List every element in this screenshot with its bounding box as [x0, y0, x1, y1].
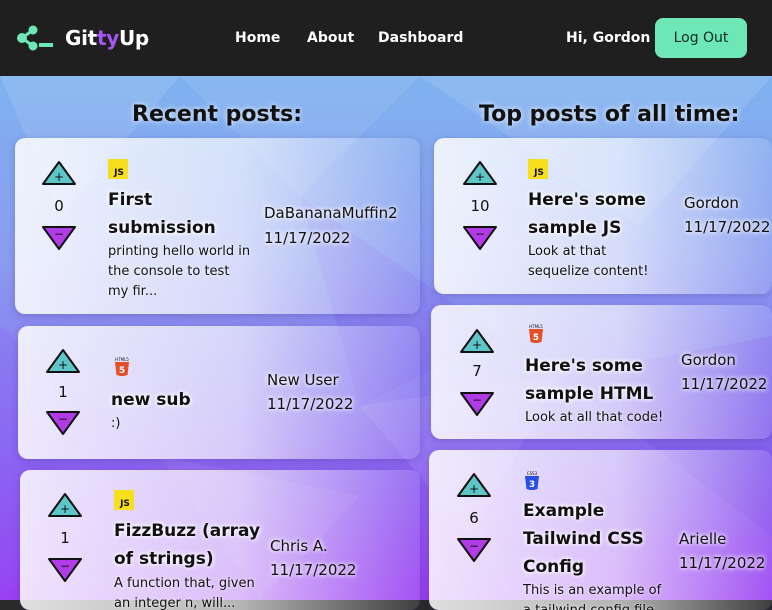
- user-greeting: Hi, Gordon: [566, 30, 651, 46]
- javascript-icon-label: JS: [113, 168, 124, 178]
- vote-count: 1: [58, 383, 68, 401]
- vote-count: 7: [472, 362, 482, 380]
- downvote-icon[interactable]: −: [456, 537, 492, 563]
- html5-icon-label: HTML5: [115, 357, 129, 362]
- top-nav: GittyUp Home About Dashboard Hi, Gordon …: [0, 0, 772, 76]
- nav-link-home[interactable]: Home: [235, 30, 280, 46]
- downvote-icon[interactable]: −: [462, 225, 498, 251]
- svg-text:−: −: [475, 227, 485, 241]
- upvote-icon[interactable]: +: [41, 160, 77, 186]
- post-date: 11/17/2022: [264, 229, 351, 247]
- svg-text:−: −: [54, 227, 64, 241]
- post-card[interactable]: + 6 − CSS3 3 Example Tailwind CSS Config …: [429, 450, 772, 610]
- javascript-icon: JS: [528, 159, 548, 179]
- nav-link-dashboard[interactable]: Dashboard: [378, 30, 463, 46]
- post-author: Chris A.: [270, 537, 328, 555]
- post-card[interactable]: + 7 − HTML5 5 Here's some sample HTML Loo…: [431, 305, 772, 439]
- post-date: 11/17/2022: [684, 218, 771, 236]
- post-title[interactable]: FizzBuzz (array of strings): [114, 517, 264, 573]
- brand-mid: ty: [96, 26, 119, 50]
- svg-text:+: +: [469, 482, 479, 496]
- svg-text:+: +: [60, 502, 70, 516]
- post-date: 11/17/2022: [267, 395, 354, 413]
- svg-text:−: −: [60, 559, 70, 573]
- top-posts-heading: Top posts of all time:: [479, 102, 740, 127]
- post-author: New User: [267, 371, 339, 389]
- downvote-icon[interactable]: −: [41, 225, 77, 251]
- upvote-icon[interactable]: +: [47, 492, 83, 518]
- vote-count: 6: [469, 509, 479, 527]
- post-author: Arielle: [679, 530, 727, 548]
- post-date: 11/17/2022: [679, 554, 766, 572]
- post-title[interactable]: new sub: [111, 386, 191, 414]
- brand-prefix: Git: [65, 26, 97, 50]
- nav-link-about[interactable]: About: [307, 30, 354, 46]
- post-description: :): [111, 416, 121, 431]
- recent-posts-heading: Recent posts:: [132, 102, 303, 127]
- post-description: Look at all that code!: [525, 410, 664, 425]
- upvote-icon[interactable]: +: [456, 472, 492, 498]
- vote-count: 10: [470, 197, 490, 215]
- post-author: Gordon: [681, 351, 736, 369]
- post-description: A function that, given an integer n, wil…: [114, 576, 255, 610]
- svg-text:−: −: [58, 412, 68, 426]
- javascript-icon-label: JS: [533, 168, 544, 178]
- vote-count: 1: [60, 529, 70, 547]
- post-description: This is an example of a tailwind config …: [523, 583, 662, 610]
- downvote-icon[interactable]: −: [45, 410, 81, 436]
- html5-icon-label: HTML5: [529, 324, 543, 329]
- svg-text:+: +: [475, 170, 485, 184]
- svg-text:3: 3: [529, 480, 535, 490]
- svg-text:5: 5: [119, 366, 125, 376]
- post-title[interactable]: Example Tailwind CSS Config: [523, 497, 648, 581]
- post-card[interactable]: + 10 − JS Here's some sample JS Look at …: [434, 138, 772, 294]
- post-date: 11/17/2022: [681, 375, 768, 393]
- post-title[interactable]: Here's some sample JS: [528, 186, 658, 242]
- svg-text:+: +: [472, 338, 482, 352]
- svg-text:−: −: [469, 539, 479, 553]
- post-author: DaBananaMuffin2: [264, 204, 398, 222]
- brand-suffix: Up: [118, 26, 149, 50]
- post-title[interactable]: Here's some sample HTML: [525, 352, 655, 408]
- javascript-icon-label: JS: [119, 499, 130, 509]
- vote-count: 0: [54, 197, 64, 215]
- brand-name[interactable]: GittyUp: [65, 26, 149, 50]
- post-author: Gordon: [684, 194, 739, 212]
- post-date: 11/17/2022: [270, 561, 357, 579]
- post-card[interactable]: + 1 − HTML5 5 new sub :) New User 11/17/2…: [18, 326, 420, 459]
- svg-text:−: −: [472, 393, 482, 407]
- logout-button[interactable]: Log Out: [655, 18, 747, 58]
- upvote-icon[interactable]: +: [45, 348, 81, 374]
- post-card[interactable]: + 0 − JS First submission printing hello…: [15, 138, 420, 314]
- post-title[interactable]: First submission: [108, 186, 248, 242]
- html5-icon: HTML5 5: [115, 357, 129, 376]
- javascript-icon: JS: [108, 159, 128, 179]
- javascript-icon: JS: [114, 490, 134, 510]
- svg-text:+: +: [54, 170, 64, 184]
- svg-text:5: 5: [533, 333, 539, 343]
- downvote-icon[interactable]: −: [47, 557, 83, 583]
- post-card[interactable]: + 1 − JS FizzBuzz (array of strings) A f…: [20, 470, 420, 610]
- svg-text:+: +: [58, 358, 68, 372]
- downvote-icon[interactable]: −: [459, 391, 495, 417]
- post-description: Look at that sequelize content!: [528, 244, 649, 279]
- upvote-icon[interactable]: +: [462, 160, 498, 186]
- html5-icon: HTML5 5: [529, 324, 543, 343]
- css3-icon-label: CSS3: [527, 471, 538, 476]
- css3-icon: CSS3 3: [525, 471, 539, 490]
- post-description: printing hello world in the console to t…: [108, 244, 251, 299]
- logo-icon[interactable]: [16, 24, 54, 52]
- upvote-icon[interactable]: +: [459, 328, 495, 354]
